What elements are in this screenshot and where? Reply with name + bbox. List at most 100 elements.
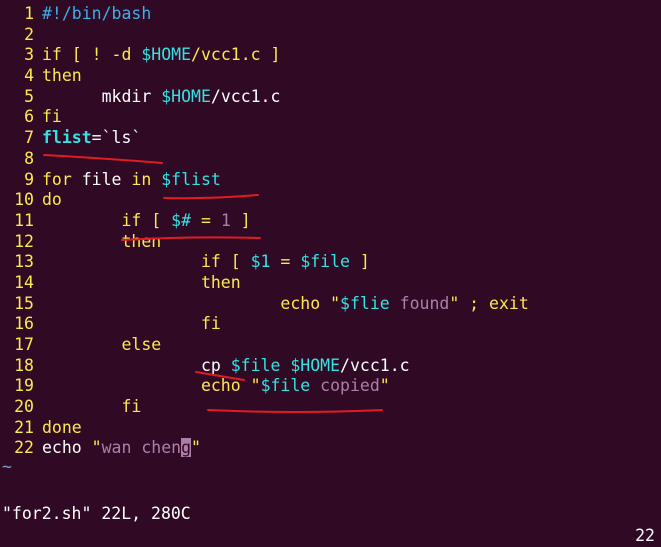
code-token: $file — [260, 376, 311, 396]
line-number: 8 — [24, 148, 34, 168]
code-token: $HOME — [161, 86, 211, 106]
vim-status-line: "for2.sh" 22L, 280C 22 — [0, 481, 661, 545]
line-number: 7 — [24, 128, 34, 148]
line-number: 9 — [24, 169, 34, 189]
code-line[interactable]: 20 fi — [0, 397, 661, 418]
code-token: $HOME — [141, 45, 192, 65]
code-token: fi — [42, 107, 62, 127]
code-token: echo — [42, 376, 251, 396]
code-line[interactable]: 16 fi — [0, 314, 661, 335]
code-token: = — [191, 210, 221, 230]
code-line[interactable]: 7 flist=`ls` — [0, 128, 661, 149]
line-number: 3 — [24, 45, 34, 65]
line-number: 18 — [14, 355, 34, 375]
code-line[interactable]: 18 cp $file $HOME/vcc1.c — [0, 356, 661, 377]
line-number: 17 — [14, 335, 34, 354]
code-token: " — [449, 293, 460, 313]
code-token: $HOME — [290, 355, 341, 375]
line-number: 21 — [14, 417, 34, 437]
line-number: 20 — [14, 397, 34, 417]
code-token: copied — [310, 376, 380, 396]
code-token: /vcc1.c — [210, 86, 281, 106]
code-token: $1 — [250, 252, 271, 272]
code-token: $flie — [340, 293, 390, 313]
code-line[interactable]: 4 then — [0, 66, 661, 87]
code-token: #!/bin/bash — [42, 4, 152, 23]
line-number: 13 — [14, 252, 34, 272]
code-line[interactable]: 21 done — [0, 418, 661, 439]
code-line[interactable]: 10 do — [0, 190, 661, 211]
line-number: 1 — [24, 4, 34, 23]
code-token: 1 — [220, 210, 231, 230]
line-number: 12 — [14, 231, 34, 251]
code-token: = — [270, 252, 301, 272]
code-token: wan chen — [101, 438, 182, 458]
code-token: " — [91, 438, 102, 458]
code-token: file — [71, 169, 132, 189]
code-token: done — [42, 417, 82, 437]
line-number: 15 — [14, 293, 34, 313]
code-token: " — [330, 293, 341, 313]
code-token: /vcc1.c — [340, 355, 410, 375]
code-token: flist — [42, 128, 92, 148]
code-token: echo — [42, 438, 92, 458]
empty-buffer-marker: ~ — [2, 457, 12, 477]
code-line[interactable]: 19 echo "$file copied" — [0, 376, 661, 397]
code-line[interactable]: 5 mkdir $HOME/vcc1.c — [0, 87, 661, 108]
code-token: fi — [42, 397, 142, 417]
code-line[interactable]: 17 else — [0, 335, 661, 356]
code-line[interactable]: 22 echo "wan cheng" — [0, 438, 661, 459]
line-number: 4 — [24, 66, 34, 86]
cursor-position: 22 — [635, 526, 655, 545]
code-token: then — [42, 231, 162, 251]
code-token: ; exit — [459, 293, 529, 313]
code-token: " — [250, 376, 261, 396]
code-line[interactable]: 8 — [0, 149, 661, 170]
code-token: $file — [300, 252, 350, 272]
line-number: 11 — [14, 210, 34, 230]
code-token: [ — [141, 210, 172, 230]
file-info: "for2.sh" 22L, 280C — [2, 504, 191, 523]
line-number: 16 — [14, 314, 34, 334]
vim-editor[interactable]: 1 #!/bin/bash 2 3 if [ ! -d $HOME/vcc1.c ] 4 t… — [0, 4, 661, 477]
code-line[interactable]: 14 then — [0, 273, 661, 294]
code-token: cp — [42, 355, 231, 375]
code-token: [ ! -d — [61, 45, 142, 65]
code-token: " — [379, 376, 390, 396]
line-number: 6 — [24, 107, 34, 127]
code-token: found — [389, 293, 450, 313]
code-token: echo — [42, 293, 331, 313]
line-number: 5 — [24, 86, 34, 106]
code-token: if — [42, 45, 62, 65]
code-line[interactable]: 13 if [ $1 = $file ] — [0, 252, 661, 273]
code-line[interactable]: 1 #!/bin/bash — [0, 4, 661, 25]
code-line[interactable]: 11 if [ $# = 1 ] — [0, 211, 661, 232]
code-line[interactable]: 3 if [ ! -d $HOME/vcc1.c ] — [0, 45, 661, 66]
line-number: 19 — [14, 376, 34, 396]
code-token: if — [42, 252, 221, 272]
line-number: 14 — [14, 272, 34, 292]
code-token: fi — [42, 314, 221, 334]
line-number: 10 — [14, 190, 34, 210]
code-token: mkdir — [42, 86, 162, 106]
code-token: then — [42, 272, 241, 292]
code-line[interactable]: 12 then — [0, 232, 661, 253]
code-line[interactable]: 15 echo "$flie found" ; exit — [0, 294, 661, 315]
code-token: if — [42, 210, 142, 230]
line-number: 2 — [24, 24, 34, 44]
code-token: for — [42, 169, 72, 189]
code-line[interactable]: 9 for file in $flist — [0, 170, 661, 191]
code-token: =`ls` — [91, 128, 142, 148]
code-token: [ — [220, 252, 251, 272]
code-token: else — [42, 335, 162, 354]
code-token: $# — [171, 210, 192, 230]
code-token: /vcc1.c ] — [191, 45, 281, 65]
code-line[interactable]: 6 fi — [0, 107, 661, 128]
code-token: $flist — [161, 169, 221, 189]
code-token: in — [131, 169, 152, 189]
line-number: 22 — [14, 438, 34, 458]
code-token: ] — [349, 252, 370, 272]
code-line[interactable]: 2 — [0, 25, 661, 46]
cursor: g — [181, 438, 192, 458]
